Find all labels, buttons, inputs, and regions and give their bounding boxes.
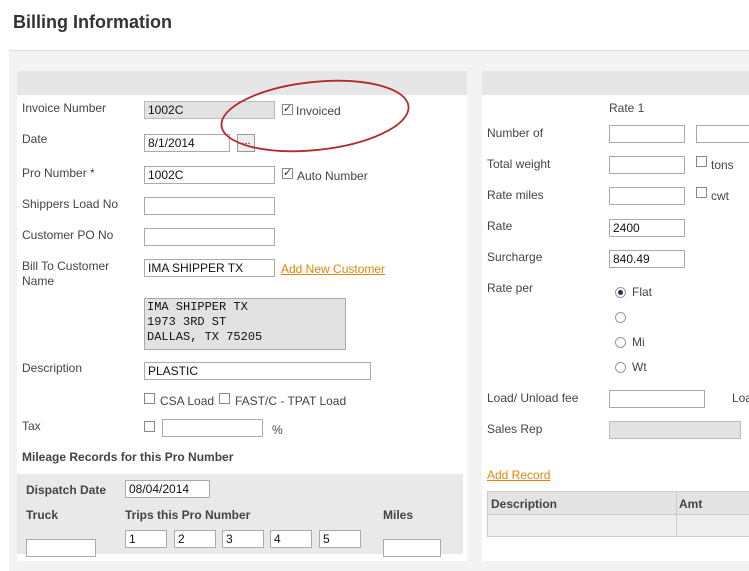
number-of-label: Number of: [487, 126, 544, 140]
trip-field-4[interactable]: [270, 530, 312, 548]
surcharge-field[interactable]: [609, 250, 685, 268]
trip-field-2[interactable]: [174, 530, 216, 548]
miles-label: Miles: [383, 508, 414, 522]
total-weight-field[interactable]: [609, 156, 685, 174]
tax-checkbox[interactable]: [144, 421, 155, 432]
rate-miles-field[interactable]: [609, 187, 685, 205]
tons-checkbox[interactable]: [696, 156, 707, 167]
table-header-amt-label: Amt: [679, 497, 703, 511]
auto-number-checkbox[interactable]: [282, 166, 293, 179]
number-of-field[interactable]: [609, 125, 685, 143]
date-label: Date: [22, 132, 48, 146]
truck-field[interactable]: [26, 539, 96, 557]
trip-field-5[interactable]: [319, 530, 361, 548]
cwt-label: cwt: [711, 189, 729, 203]
auto-number-label: Auto Number: [297, 169, 368, 183]
pro-number-field[interactable]: [144, 166, 275, 184]
dispatch-date-label: Dispatch Date: [26, 483, 107, 497]
pro-number-label: Pro Number *: [22, 166, 95, 180]
shippers-load-field[interactable]: [144, 197, 275, 215]
cwt-checkbox[interactable]: [696, 187, 707, 198]
sales-rep-field[interactable]: [609, 421, 741, 439]
surcharge-label: Surcharge: [487, 250, 543, 264]
customer-po-label: Customer PO No: [22, 228, 114, 242]
customer-address-textarea[interactable]: IMA SHIPPER TX 1973 3RD ST DALLAS, TX 75…: [144, 298, 346, 350]
rate-miles-label: Rate miles: [487, 188, 544, 202]
rate-per-flat-label: Flat: [632, 285, 653, 299]
tax-percent-unit: %: [272, 423, 283, 437]
rate-label: Rate: [487, 219, 513, 233]
bill-to-customer-field[interactable]: [144, 259, 275, 277]
csa-load-checkbox[interactable]: [144, 393, 155, 404]
trip-field-3[interactable]: [222, 530, 264, 548]
load-unload-label: Load/ Unload fee: [487, 391, 579, 405]
csa-load-label: CSA Load: [160, 394, 215, 408]
rate-per-wt-radio[interactable]: [615, 362, 626, 373]
mileage-heading: Mileage Records for this Pro Number: [22, 450, 234, 464]
invoice-number-label: Invoice Number: [22, 101, 107, 115]
bill-to-label-line1: Bill To Customer: [22, 259, 110, 273]
load-unload-field[interactable]: [609, 390, 705, 408]
annotation-ellipse: [220, 79, 410, 153]
sales-rep-label: Sales Rep: [487, 422, 543, 436]
rate-per-mi-label: Mi: [632, 335, 645, 349]
rate-per-wt-label: Wt: [632, 360, 647, 374]
rate-per-flat-radio[interactable]: [615, 287, 626, 298]
rate-per-blank-radio[interactable]: [615, 312, 626, 323]
customer-po-field[interactable]: [144, 228, 275, 246]
number-of-field-2[interactable]: [696, 125, 749, 143]
fast-tpat-checkbox[interactable]: [219, 393, 230, 404]
table-header-description-label: Description: [491, 497, 558, 511]
tons-label: tons: [711, 158, 734, 172]
rate-per-mi-radio[interactable]: [615, 337, 626, 348]
right-panel-header: [482, 71, 749, 95]
dispatch-date-field[interactable]: [125, 480, 210, 498]
table-row-amt: [676, 514, 749, 537]
shippers-load-label: Shippers Load No: [22, 197, 119, 211]
rate1-label: Rate 1: [609, 101, 645, 115]
table-row: [487, 514, 677, 537]
load-cut-label: Loa: [732, 391, 749, 405]
trips-label: Trips this Pro Number: [125, 508, 251, 522]
description-label: Description: [22, 361, 83, 375]
description-field[interactable]: [144, 362, 371, 380]
rate-field[interactable]: [609, 219, 685, 237]
bill-to-label-line2: Name: [22, 274, 55, 288]
trip-field-1[interactable]: [125, 530, 167, 548]
miles-field[interactable]: [383, 539, 441, 557]
truck-label: Truck: [26, 508, 59, 522]
tax-field[interactable]: [162, 419, 263, 437]
rate-per-label: Rate per: [487, 281, 534, 295]
total-weight-label: Total weight: [487, 157, 551, 171]
page-title: Billing Information: [13, 12, 172, 32]
tax-label: Tax: [22, 419, 41, 433]
add-new-customer-link[interactable]: Add New Customer: [281, 262, 385, 276]
fast-tpat-label: FAST/C - TPAT Load: [235, 394, 347, 408]
add-record-link[interactable]: Add Record: [487, 468, 550, 482]
